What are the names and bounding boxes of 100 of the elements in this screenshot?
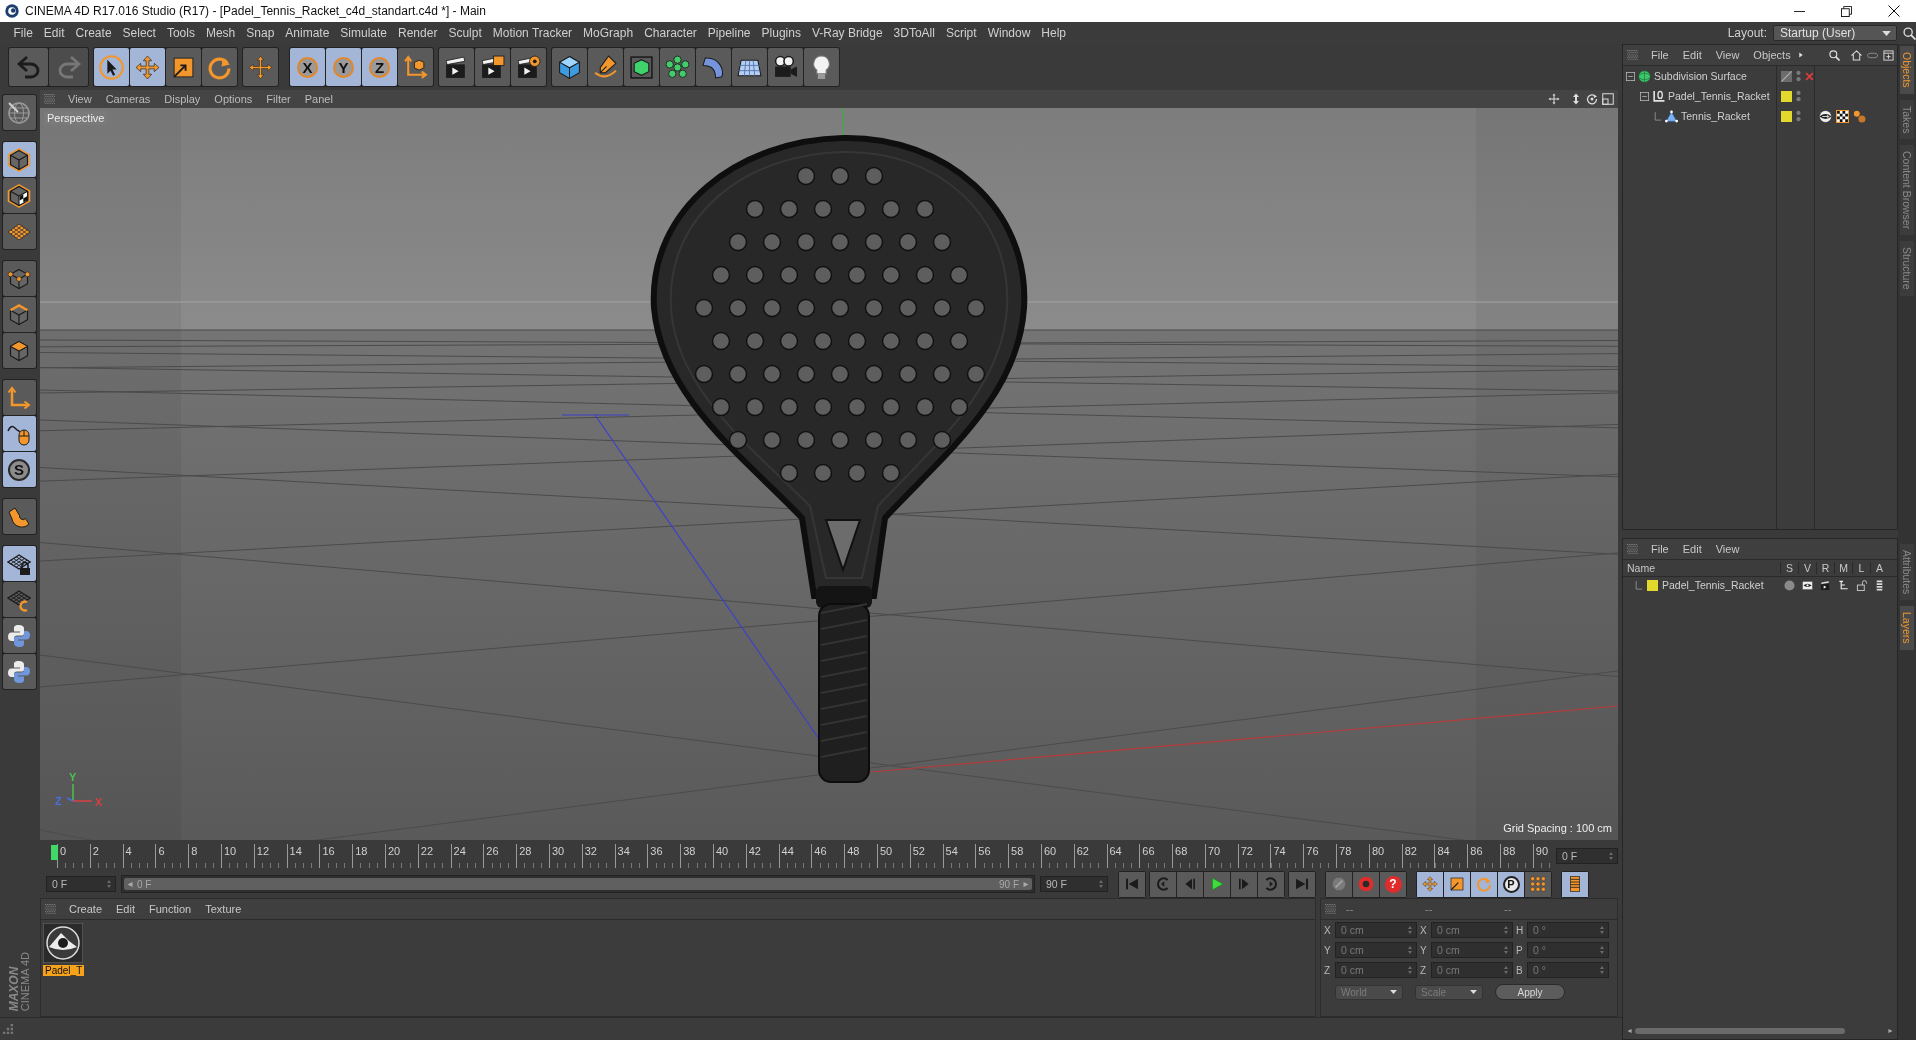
clapperboard-icon[interactable] [1819,579,1831,591]
timeline-window-button[interactable] [1562,871,1588,897]
menu-item[interactable]: Edit [38,26,71,40]
point-level-key-button[interactable] [1525,871,1551,897]
pen-button[interactable] [588,48,623,86]
solo-button[interactable]: S [2,452,36,487]
object-menu-item[interactable]: File [1644,49,1676,61]
scroll-left-icon[interactable] [1627,1028,1632,1034]
axis-lock-button[interactable]: Z [362,48,397,86]
viewport-menu-item[interactable]: Display [157,93,208,105]
lock-icon[interactable] [1855,579,1867,591]
menu-item[interactable]: 3DToAll [888,26,941,40]
layout-dropdown[interactable]: Startup (User) [1773,25,1897,41]
floor-button[interactable] [732,48,767,86]
menu-item[interactable]: Select [117,26,162,40]
tag-icon[interactable] [1836,109,1849,123]
parameter-key-button[interactable]: P [1498,871,1524,897]
playhead-handle[interactable] [51,845,58,860]
layer-menu-item[interactable]: Edit [1675,543,1709,555]
coordinate-system-button[interactable] [398,48,433,86]
workplane-mode-button[interactable] [2,214,36,249]
cube-button[interactable] [552,48,587,86]
side-tab[interactable]: Objects [1900,46,1914,94]
go-to-end-button[interactable] [1289,871,1315,897]
layer-slot-icon[interactable] [1781,70,1792,82]
rotation-key-button[interactable] [1471,871,1497,897]
axis-mode-button[interactable] [2,380,36,415]
render-to-viewer-button[interactable] [475,48,510,86]
menu-item[interactable]: Render [392,26,443,40]
object-menu-item[interactable]: Objects [1746,49,1798,61]
object-menu-item[interactable]: Edit [1675,49,1709,61]
snap-button[interactable] [2,499,36,534]
close-icon[interactable] [1888,5,1900,17]
material-menu-item[interactable]: Function [142,903,199,915]
restore-icon[interactable] [1841,5,1852,17]
menu-item[interactable]: File [8,26,39,40]
expand-icon[interactable] [1626,71,1635,81]
scale-tool-button[interactable] [166,48,201,86]
home-icon[interactable] [1851,49,1862,61]
menu-item[interactable]: Create [70,26,118,40]
menu-item[interactable]: Sculpt [442,26,488,40]
more-arrow-icon[interactable] [1797,51,1804,59]
menu-item[interactable]: Simulate [334,26,393,40]
eye-icon[interactable] [1801,579,1813,591]
current-frame-field[interactable]: 0 F [1556,848,1618,864]
menu-item[interactable]: Tools [161,26,201,40]
object-name[interactable]: Tennis_Racket [1681,110,1750,122]
points-mode-button[interactable] [2,261,36,296]
viewport-menu-item[interactable]: Filter [259,93,298,105]
previous-key-button[interactable] [1150,871,1176,897]
transform-tool-button[interactable] [243,48,278,86]
object-name[interactable]: Padel_Tennis_Racket [1668,90,1770,102]
live-selection-button[interactable] [94,48,129,86]
undo-button[interactable] [9,48,48,86]
viewport-menu-item[interactable]: Options [207,93,260,105]
axis-lock-button[interactable]: Y [326,48,361,86]
zoom-view-icon[interactable] [1570,93,1582,105]
python-button[interactable] [2,618,36,653]
layer-menu-item[interactable]: File [1644,543,1676,555]
layer-color-icon[interactable] [1647,579,1658,591]
visibility-dots-icon[interactable] [1796,70,1801,82]
layer-color-icon[interactable] [1781,110,1792,122]
viewport-menu-item[interactable]: View [61,93,99,105]
menu-item[interactable]: Snap [240,26,280,40]
play-button[interactable] [1204,871,1230,897]
autokey-button[interactable]: ? [1380,871,1406,897]
python-button[interactable] [2,654,36,689]
menu-item[interactable]: Character [638,26,703,40]
deformer-button[interactable] [696,48,731,86]
end-frame-field[interactable]: 90 F [1040,876,1108,892]
side-tab[interactable]: Layers [1900,606,1914,650]
position-key-button[interactable] [1417,871,1443,897]
cloner-button[interactable] [660,48,695,86]
menu-item[interactable]: Help [1035,26,1072,40]
object-menu-item[interactable]: View [1708,49,1747,61]
tweak-mode-button[interactable] [2,416,36,451]
layer-name[interactable]: Padel_Tennis_Racket [1662,579,1764,591]
solo-dot-icon[interactable] [1783,579,1795,591]
menu-item[interactable]: Script [940,26,983,40]
tag-icon[interactable] [1819,109,1832,123]
polygons-mode-button[interactable] [2,333,36,368]
align-workplane-button[interactable] [2,582,36,617]
axis-lock-button[interactable]: X [290,48,325,86]
menu-item[interactable]: Motion Tracker [487,26,578,40]
keyframe-selection-button[interactable] [1326,871,1352,897]
search-icon[interactable] [1903,26,1916,40]
menu-item[interactable]: MoGraph [577,26,639,40]
menu-item[interactable]: Animate [279,26,335,40]
render-settings-button[interactable] [511,48,546,86]
cross-icon[interactable] [1805,71,1814,81]
make-editable-button[interactable] [2,95,36,130]
search-icon[interactable] [1829,49,1840,61]
menu-item[interactable]: Pipeline [702,26,757,40]
render-view-button[interactable] [439,48,474,86]
subdivision-button[interactable] [624,48,659,86]
rotate-view-icon[interactable] [1586,93,1598,105]
new-panel-icon[interactable] [1883,49,1894,61]
start-frame-field[interactable]: 0 F [46,876,116,892]
menu-item[interactable]: Mesh [200,26,241,40]
viewport-menu-item[interactable]: Cameras [98,93,158,105]
